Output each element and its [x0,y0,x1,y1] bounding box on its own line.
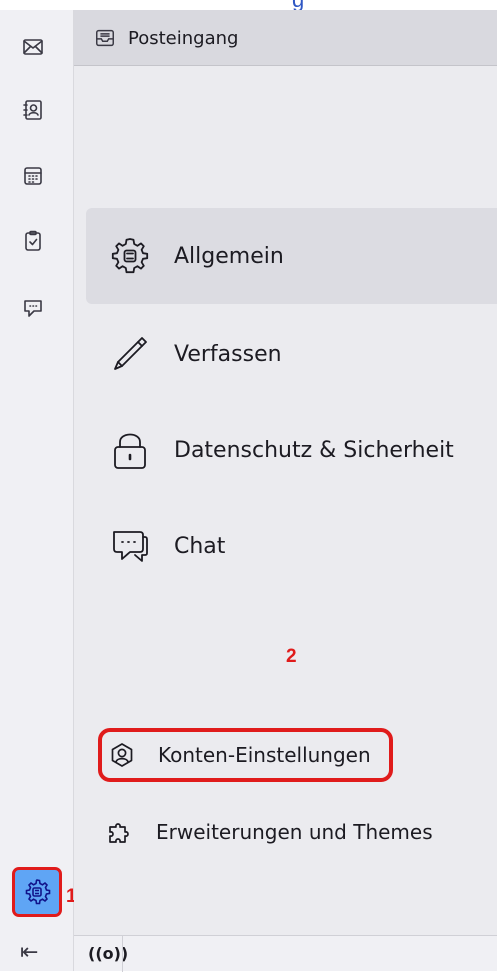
tab-label: Posteingang [128,27,239,49]
annotation-marker-2: 2 [286,646,297,667]
category-chat-label: Chat [174,533,226,559]
chat-icon [24,300,42,317]
account-settings-label: Konten-Einstellungen [158,743,371,767]
pencil-icon [106,330,154,378]
account-settings-link[interactable]: Konten-Einstellungen [98,728,393,782]
lock-icon [106,426,154,474]
chat-icon [106,522,154,570]
status-bar: ((o)) [74,935,497,972]
category-general-label: Allgemein [174,243,284,269]
mail-icon [23,39,43,55]
window-title-fragment: g [292,0,304,10]
category-compose[interactable]: Verfassen [86,306,497,402]
settings-space-button[interactable] [12,867,62,917]
category-chat[interactable]: Chat [86,498,497,594]
addons-themes-link[interactable]: Erweiterungen und Themes [106,807,433,857]
address-book-icon [23,100,42,120]
gear-icon [106,232,154,280]
tab-inbox[interactable]: Posteingang [74,10,497,66]
tasks-space-button[interactable] [18,226,48,256]
addons-themes-label: Erweiterungen und Themes [156,820,433,844]
calendar-icon [24,167,42,185]
address-book-space-button[interactable] [18,95,48,125]
account-icon [111,743,133,767]
category-compose-label: Verfassen [174,341,282,367]
category-general[interactable]: Allgemein [86,208,497,304]
puzzle-icon [109,823,129,843]
collapse-spaces-button[interactable]: ⇤ [20,940,38,965]
category-privacy-security[interactable]: Datenschutz & Sicherheit [86,402,497,498]
status-bar-divider [122,936,123,972]
tasks-icon [25,230,41,251]
category-privacy-security-label: Datenschutz & Sicherheit [174,437,454,463]
tab-bar: Posteingang [74,10,497,66]
mail-space-button[interactable] [18,32,48,62]
gear-icon [25,879,51,905]
calendar-space-button[interactable] [18,161,48,191]
window-title-strip: g [0,0,497,10]
chat-space-button[interactable] [18,293,48,323]
inbox-icon [96,29,114,47]
settings-content: Posteingang Allgemein Verfassen Datensch… [74,10,497,972]
spaces-toolbar: 1 ⇤ [0,10,77,971]
